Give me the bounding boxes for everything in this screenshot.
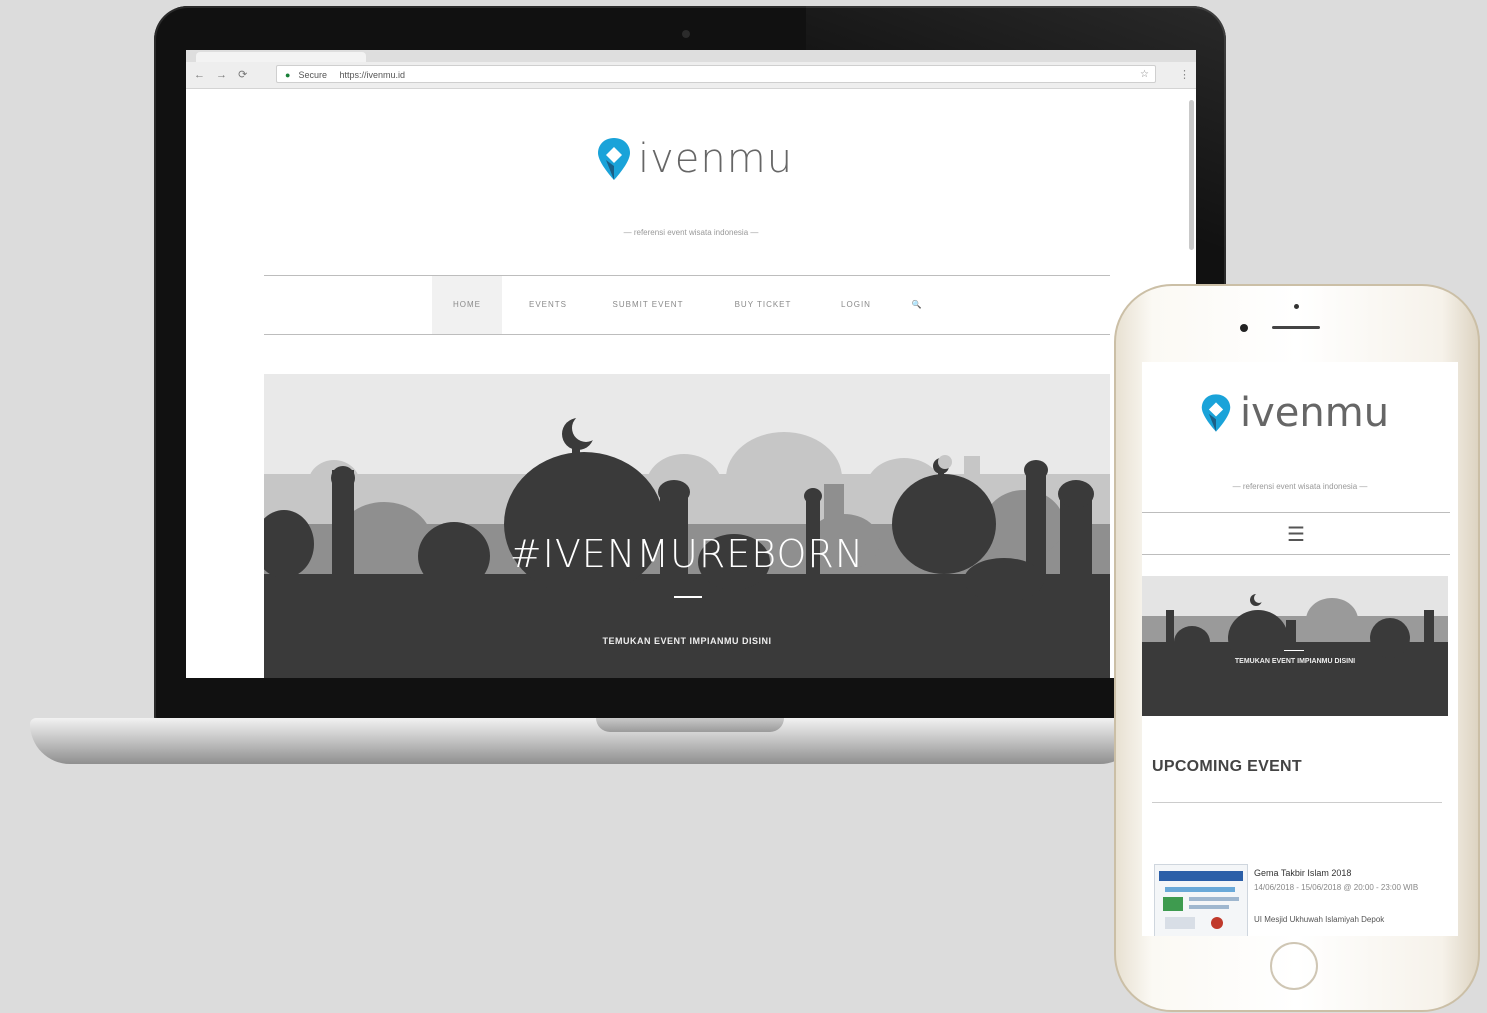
mobile-tagline: — referensi event wisata indonesia — [1232, 482, 1368, 491]
nav-submit-event[interactable]: SUBMIT EVENT [598, 276, 698, 334]
nav-bottom-divider [264, 334, 1110, 335]
laptop-notch [596, 718, 784, 732]
map-pin-logo-icon [598, 138, 630, 180]
hero-divider [674, 596, 702, 598]
event-venue: UI Mesjid Ukhuwah Islamiyah Depok [1254, 915, 1385, 924]
hamburger-menu-icon[interactable]: ☰ [1142, 522, 1450, 547]
mobile-hero-banner: TEMUKAN EVENT IMPIANMU DISINI [1142, 576, 1448, 716]
star-icon[interactable]: ☆ [1140, 66, 1149, 84]
hero-banner: #IVENMUREBORN TEMUKAN EVENT IMPIANMU DIS… [264, 374, 1110, 678]
nav-events[interactable]: EVENTS [518, 276, 578, 334]
phone-sensor [1294, 304, 1299, 309]
brand-name: ivenmu [638, 136, 794, 182]
laptop-camera [682, 30, 690, 38]
browser-toolbar: ← → ⟳ ● Secure https://ivenmu.id ☆ ⋮ [186, 50, 1196, 89]
event-poster-image [1159, 871, 1243, 929]
laptop-screen: ← → ⟳ ● Secure https://ivenmu.id ☆ ⋮ iven… [186, 50, 1196, 678]
browser-menu-icon[interactable]: ⋮ [1179, 68, 1190, 81]
map-pin-logo-icon [1201, 394, 1231, 432]
mobile-site-logo[interactable]: ivenmu [1200, 390, 1389, 436]
mobile-hero-subtitle: TEMUKAN EVENT IMPIANMU DISINI [1234, 658, 1356, 665]
laptop-base [30, 718, 1140, 764]
mosque-skyline-illustration [264, 374, 1110, 678]
mobile-brand-name: ivenmu [1240, 390, 1390, 436]
nav-login[interactable]: LOGIN [826, 276, 886, 334]
mobile-mosque-skyline-illustration [1142, 593, 1448, 716]
hero-subtitle: TEMUKAN EVENT IMPIANMU DISINI [602, 636, 772, 646]
url-text: https://ivenmu.id [339, 70, 406, 80]
phone-home-button[interactable] [1270, 942, 1318, 990]
main-navigation: HOME EVENTS SUBMIT EVENT BUY TICKET LOGI… [264, 276, 1110, 334]
lock-icon: ● [285, 70, 291, 80]
browser-tab[interactable] [196, 52, 366, 62]
phone-screen: ivenmu — referensi event wisata indonesi… [1142, 362, 1458, 936]
phone-speaker [1272, 326, 1320, 329]
browser-nav-buttons[interactable]: ← → ⟳ [194, 68, 251, 81]
event-title[interactable]: Gema Takbir Islam 2018 [1254, 868, 1351, 878]
nav-home[interactable]: HOME [432, 276, 502, 334]
mobile-hero-divider [1284, 650, 1304, 651]
nav-buy-ticket[interactable]: BUY TICKET [718, 276, 808, 334]
hero-title: #IVENMUREBORN [509, 532, 865, 576]
address-bar[interactable]: ● Secure https://ivenmu.id ☆ [276, 65, 1156, 83]
secure-label: Secure [298, 70, 327, 80]
event-thumbnail[interactable] [1154, 864, 1248, 936]
event-date: 14/06/2018 - 15/06/2018 @ 20:00 - 23:00 … [1254, 883, 1419, 892]
search-icon[interactable]: 🔍 [900, 276, 934, 334]
upcoming-event-divider [1152, 802, 1442, 803]
site-tagline: — referensi event wisata indonesia — [623, 228, 759, 237]
site-logo[interactable]: ivenmu [596, 136, 793, 182]
phone-camera [1240, 324, 1248, 332]
upcoming-event-heading: UPCOMING EVENT [1152, 758, 1302, 775]
mobile-nav-top-divider [1142, 512, 1450, 513]
mobile-nav-bottom-divider [1142, 554, 1450, 555]
browser-tabstrip [186, 50, 1196, 62]
